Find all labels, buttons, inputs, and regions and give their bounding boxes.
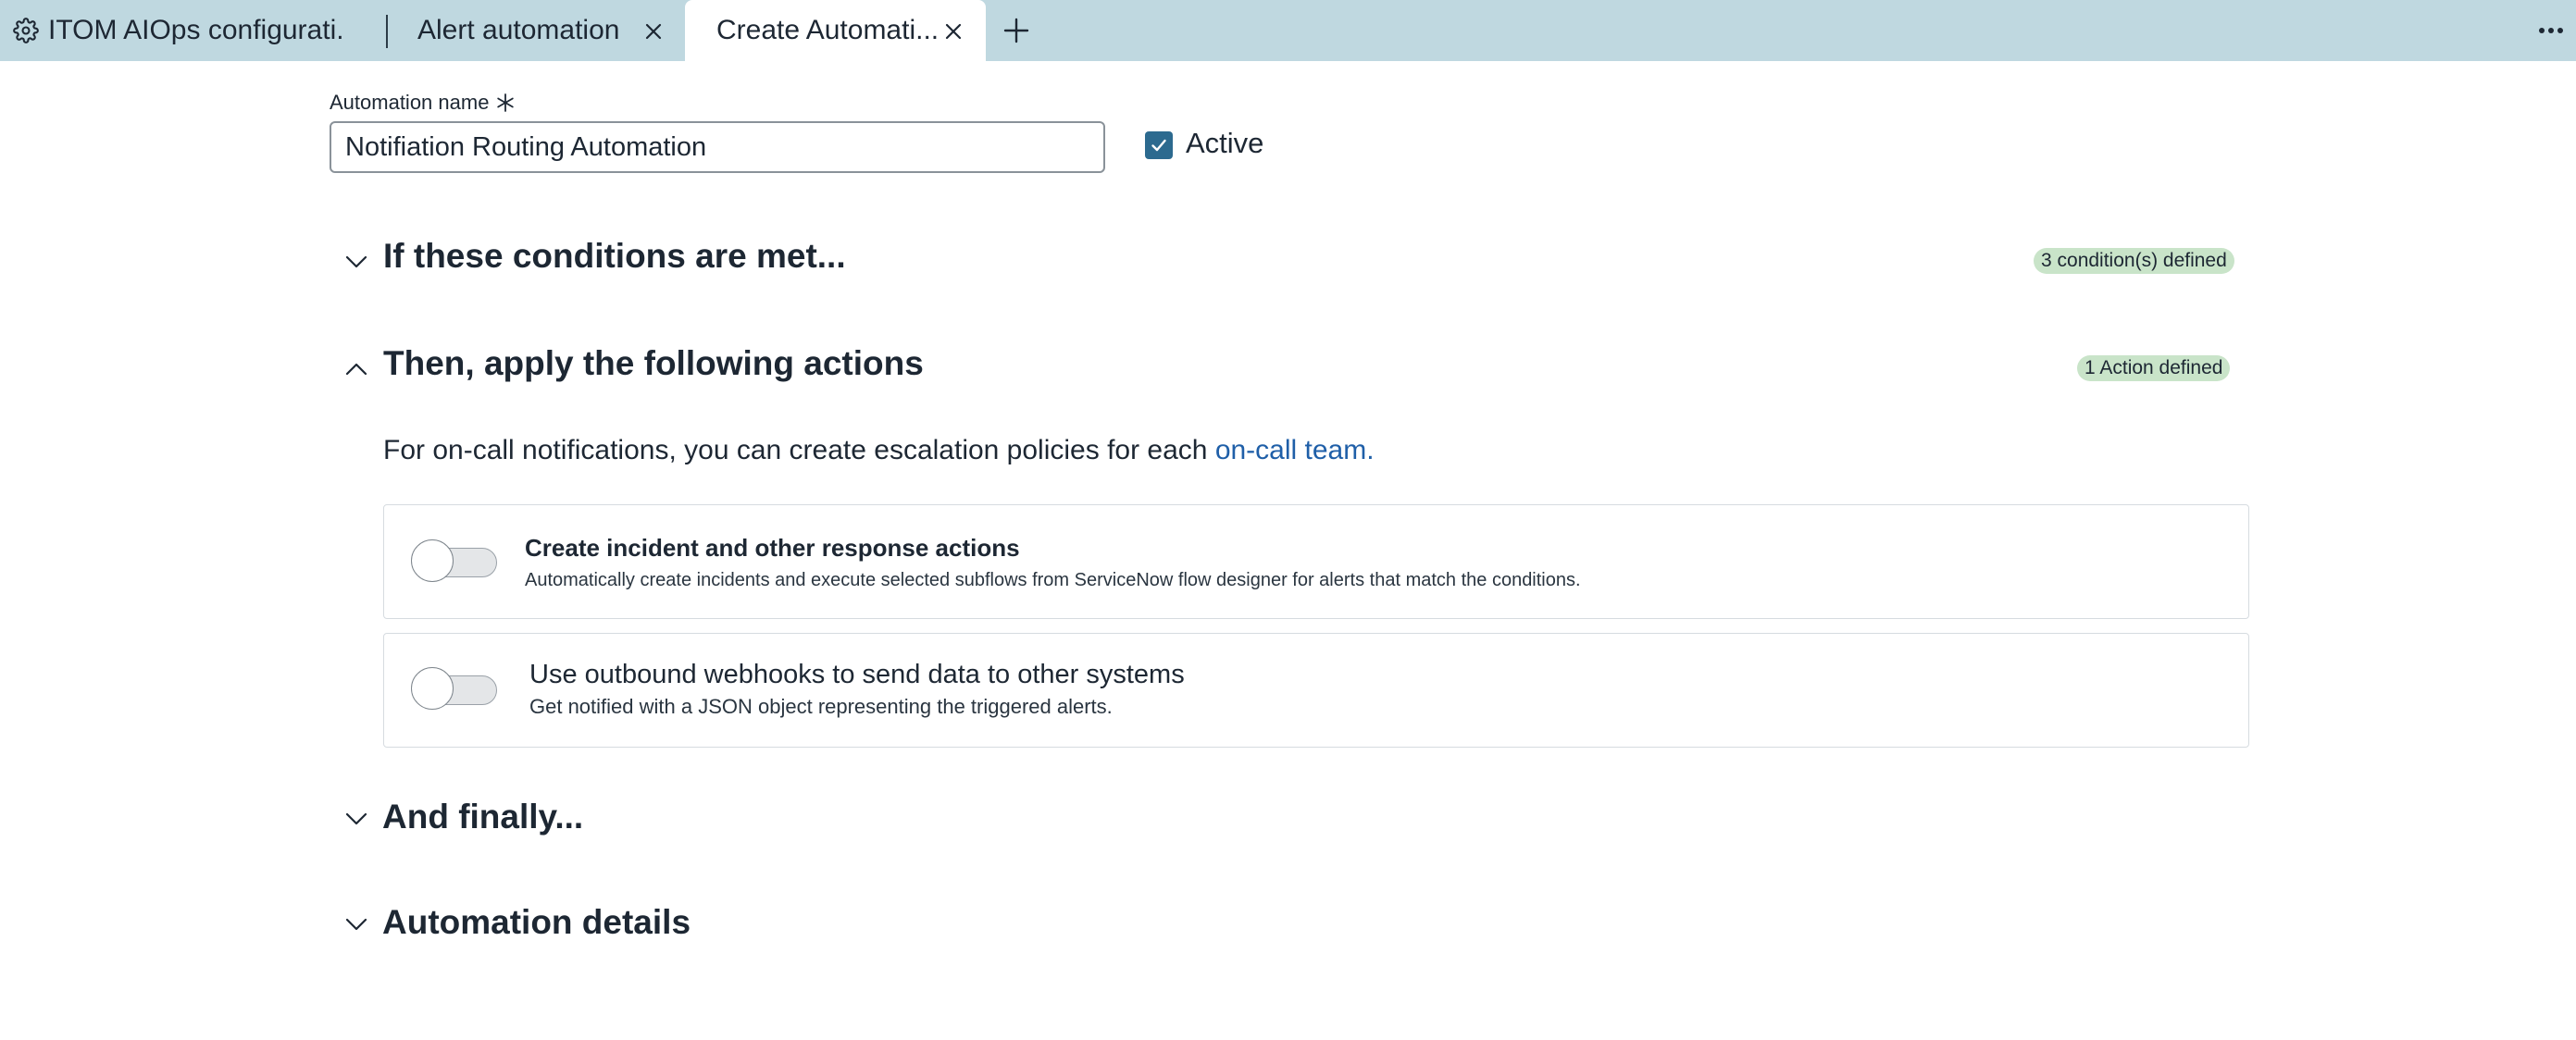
required-asterisk-icon — [496, 93, 515, 112]
toggle-knob — [411, 539, 454, 582]
tab-label: Alert automation — [417, 15, 620, 45]
automation-name-label-text: Automation name — [330, 91, 490, 114]
active-label: Active — [1186, 127, 1264, 159]
chevron-down-icon[interactable] — [344, 917, 368, 932]
section-title-automation-details[interactable]: Automation details — [382, 903, 691, 942]
action-card-outbound-webhooks: Use outbound webhooks to send data to ot… — [383, 633, 2249, 748]
action-card-description: Automatically create incidents and execu… — [525, 570, 1581, 590]
gear-icon — [13, 18, 39, 43]
conditions-count-badge: 3 condition(s) defined — [2034, 248, 2234, 274]
section-title-actions[interactable]: Then, apply the following actions — [383, 344, 924, 383]
on-call-info-sentence: For on-call notifications, you can creat… — [383, 435, 1208, 465]
automation-name-input[interactable] — [330, 121, 1105, 173]
checkmark-icon — [1151, 139, 1166, 152]
automation-name-label: Automation name — [330, 91, 515, 115]
action-card-title: Create incident and other response actio… — [525, 534, 1020, 562]
section-title-finally[interactable]: And finally... — [382, 798, 583, 836]
action-card-title: Use outbound webhooks to send data to ot… — [529, 660, 1185, 689]
chevron-up-icon[interactable] — [344, 362, 368, 377]
on-call-info-text: For on-call notifications, you can creat… — [383, 435, 1375, 466]
more-horizontal-icon[interactable] — [2538, 24, 2564, 37]
chevron-down-icon[interactable] — [344, 811, 368, 826]
action-card-create-incident: Create incident and other response actio… — [383, 504, 2249, 619]
section-title-conditions[interactable]: If these conditions are met... — [383, 237, 846, 276]
tab-itom-aiops-configuration[interactable]: ITOM AIOps configurati... — [13, 0, 346, 61]
tab-create-automation[interactable]: Create Automati... — [685, 0, 986, 61]
create-incident-toggle[interactable] — [411, 539, 497, 582]
close-icon[interactable] — [942, 20, 964, 43]
close-icon[interactable] — [642, 20, 665, 43]
tab-bar: ITOM AIOps configurati... Alert automati… — [0, 0, 2576, 61]
active-checkbox[interactable] — [1145, 131, 1173, 159]
tab-alert-automation[interactable]: Alert automation — [417, 0, 677, 61]
toggle-knob — [411, 667, 454, 710]
on-call-team-link[interactable]: on-call team. — [1215, 435, 1375, 465]
chevron-down-icon[interactable] — [344, 254, 368, 269]
outbound-webhooks-toggle[interactable] — [411, 667, 497, 710]
tab-label: ITOM AIOps configurati... — [48, 15, 346, 45]
tab-separator — [386, 15, 388, 48]
tab-label: Create Automati... — [716, 15, 940, 45]
plus-icon[interactable] — [1002, 16, 1031, 45]
actions-count-badge: 1 Action defined — [2077, 355, 2231, 381]
action-card-description: Get notified with a JSON object represen… — [529, 695, 1113, 718]
